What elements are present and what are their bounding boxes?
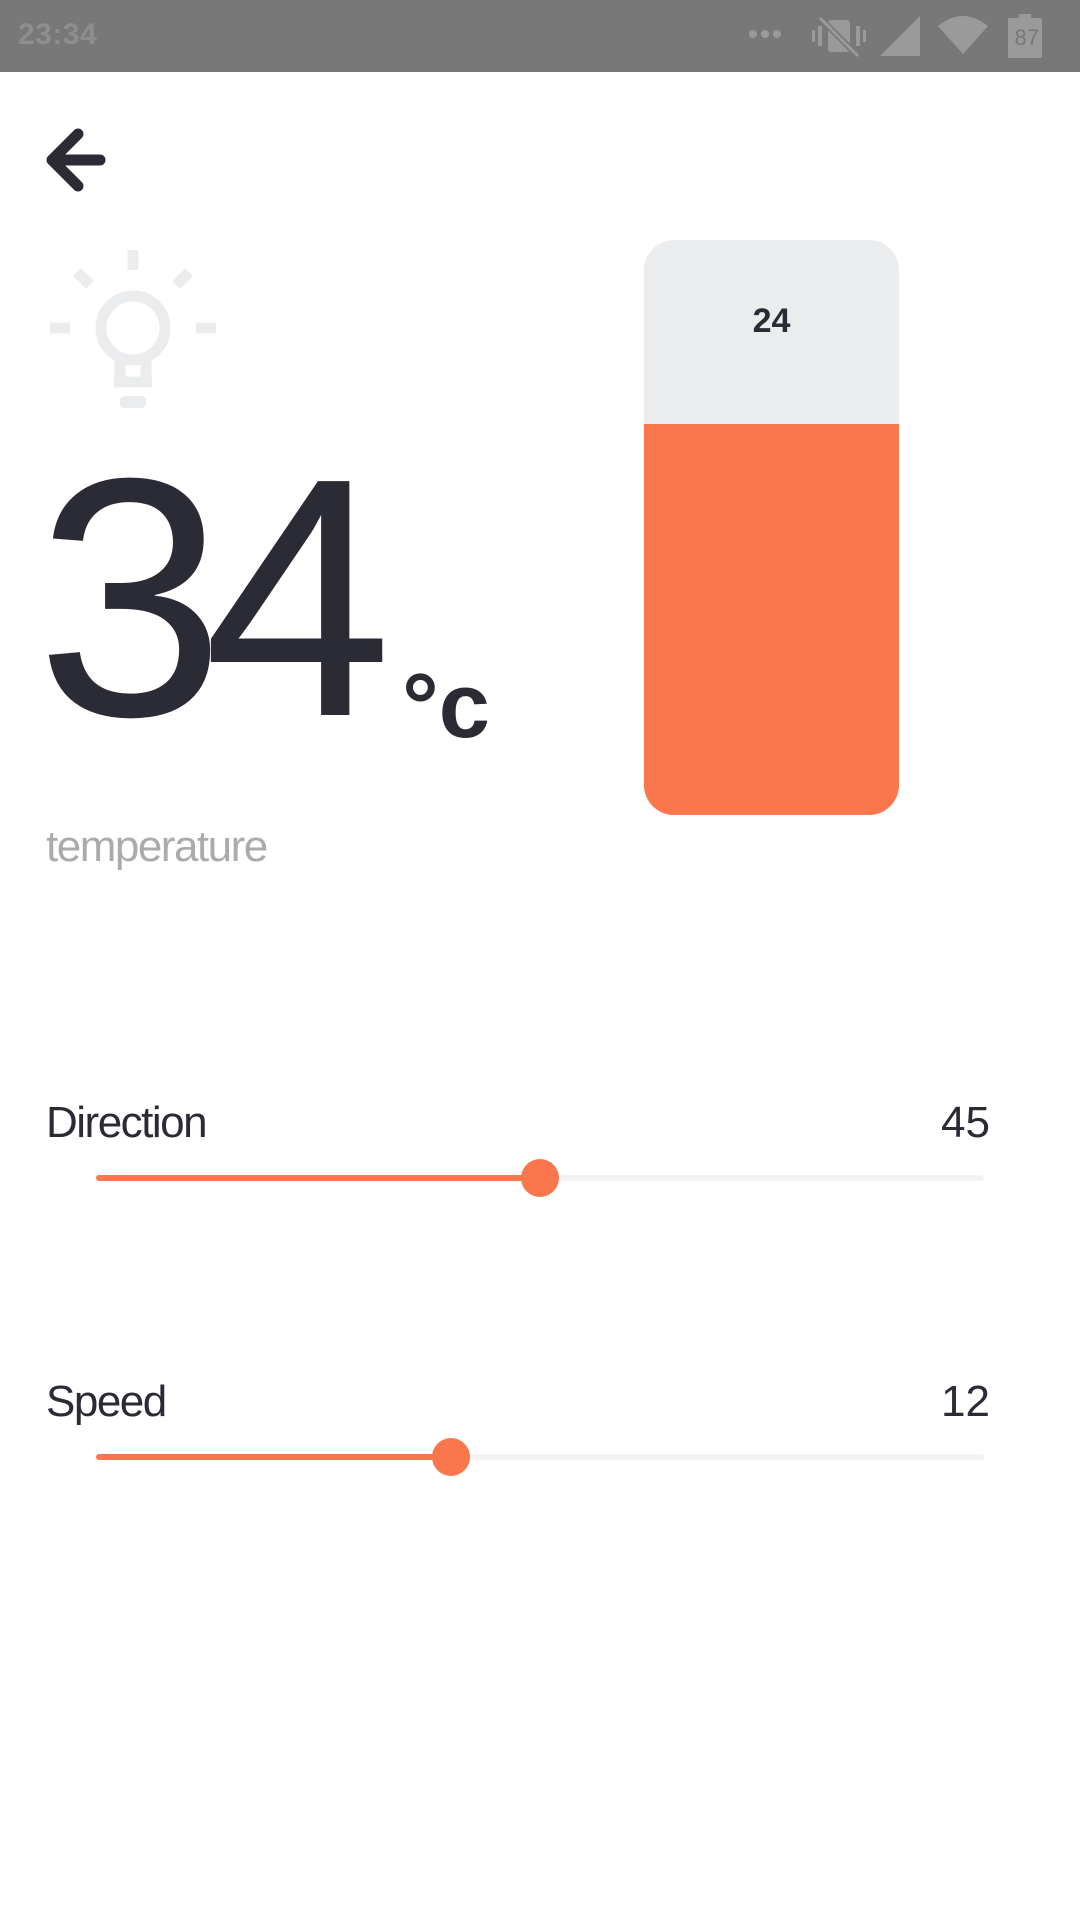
level-bar[interactable]: 24	[644, 240, 899, 815]
back-button[interactable]	[44, 124, 114, 194]
signal-icon	[880, 16, 920, 56]
more-dots-icon	[749, 30, 781, 38]
vibrate-off-icon	[812, 15, 866, 58]
status-time: 23:34	[18, 18, 98, 51]
speed-slider[interactable]	[96, 1438, 984, 1476]
direction-slider[interactable]	[96, 1159, 984, 1197]
lightbulb-icon	[50, 250, 216, 408]
direction-label: Direction	[46, 1098, 208, 1147]
arrow-left-icon	[46, 128, 106, 192]
speed-value: 12	[941, 1377, 990, 1426]
direction-slider-active-track	[96, 1175, 540, 1181]
battery-level: 87	[1014, 25, 1039, 50]
temperature-unit: °c	[402, 655, 490, 757]
speed-slider-active-track	[96, 1454, 452, 1460]
speed-label: Speed	[46, 1377, 167, 1426]
status-bar: 23:34 87	[0, 0, 1080, 72]
direction-value: 45	[941, 1098, 990, 1147]
wifi-icon	[938, 16, 988, 54]
speed-slider-thumb[interactable]	[432, 1438, 471, 1476]
level-bar-fill	[644, 424, 899, 815]
temperature-label: temperature	[46, 822, 268, 871]
level-value: 24	[752, 302, 791, 340]
temperature-value: 34	[36, 408, 392, 788]
direction-slider-thumb[interactable]	[521, 1159, 559, 1197]
